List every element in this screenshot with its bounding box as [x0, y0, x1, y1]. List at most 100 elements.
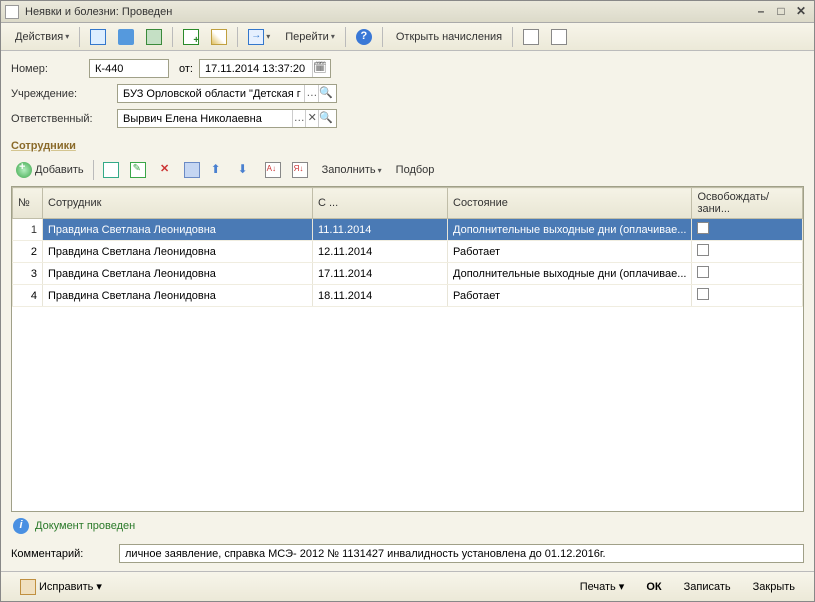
col-employee[interactable]: Сотрудник	[43, 188, 313, 219]
resp-clear-btn[interactable]: ✕	[305, 110, 318, 127]
status-text: Документ проведен	[35, 520, 135, 532]
number-label: Номер:	[11, 63, 83, 75]
actions-menu[interactable]: Действия▾	[7, 28, 74, 46]
add-button[interactable]: Добавить	[11, 159, 89, 181]
tb-list-icon[interactable]	[518, 26, 544, 48]
fix-button[interactable]: Исправить ▾	[9, 575, 113, 599]
document-icon	[5, 5, 19, 19]
date-field[interactable]	[203, 62, 312, 76]
checkbox[interactable]	[697, 288, 709, 300]
edit-button[interactable]	[125, 159, 151, 181]
tb-goto-icon[interactable]: ▾	[243, 26, 275, 48]
print-button[interactable]: Печать ▾	[569, 576, 636, 597]
org-field[interactable]	[121, 87, 304, 101]
col-free[interactable]: Освобождать/зани...	[692, 188, 803, 219]
col-state[interactable]: Состояние	[448, 188, 692, 219]
tb-doc2-icon[interactable]	[206, 26, 232, 48]
status-line: Документ проведен	[1, 512, 814, 540]
goto-menu[interactable]: Перейти▾	[277, 28, 340, 46]
resp-select-btn[interactable]: …	[292, 110, 305, 127]
from-label: от:	[179, 63, 193, 75]
comment-field[interactable]	[123, 547, 800, 561]
org-search-btn[interactable]: 🔍	[318, 85, 333, 102]
resp-field[interactable]	[121, 112, 292, 126]
save-button[interactable]: Записать	[673, 577, 742, 597]
number-input[interactable]	[89, 59, 169, 78]
delete-icon	[157, 162, 173, 178]
tb-post-icon[interactable]	[85, 26, 111, 48]
save-row-icon	[184, 162, 200, 178]
cell-state: Дополнительные выходные дни (оплачивае..…	[448, 219, 692, 241]
tb-doc1-icon[interactable]	[178, 26, 204, 48]
help-icon: ?	[356, 29, 372, 45]
close-button[interactable]: ✕	[792, 5, 810, 19]
chevron-down-icon: ▾	[96, 580, 102, 592]
open-calc-button[interactable]: Открыть начисления	[388, 28, 507, 46]
table-row[interactable]: 4Правдина Светлана Леонидовна18.11.2014Р…	[13, 285, 803, 307]
table-row[interactable]: 3Правдина Светлана Леонидовна17.11.2014Д…	[13, 263, 803, 285]
tb-cfg-icon[interactable]	[546, 26, 572, 48]
fix-icon	[20, 579, 36, 595]
chevron-down-icon: ▾	[619, 581, 625, 593]
sort-asc-icon	[265, 162, 281, 178]
org-input[interactable]: …🔍	[117, 84, 337, 103]
cell-state: Работает	[448, 241, 692, 263]
tb-save-icon[interactable]	[113, 26, 139, 48]
cell-free[interactable]	[692, 241, 803, 263]
move-up-button[interactable]	[206, 159, 232, 181]
checkbox[interactable]	[697, 222, 709, 234]
resp-label: Ответственный:	[11, 113, 111, 125]
titlebar[interactable]: Неявки и болезни: Проведен – □ ✕	[1, 1, 814, 23]
col-num[interactable]: №	[13, 188, 43, 219]
fix-label: Исправить	[39, 580, 93, 592]
cell-free[interactable]	[692, 285, 803, 307]
fill-menu[interactable]: Заполнить▾	[314, 161, 387, 179]
cell-employee: Правдина Светлана Леонидовна	[43, 241, 313, 263]
checkbox[interactable]	[697, 266, 709, 278]
saverow-button[interactable]	[179, 159, 205, 181]
copy-button[interactable]	[98, 159, 124, 181]
cell-state: Дополнительные выходные дни (оплачивае..…	[448, 263, 692, 285]
separator	[382, 27, 383, 47]
sort-desc-button[interactable]	[287, 159, 313, 181]
pick-button[interactable]: Подбор	[388, 161, 440, 179]
comment-input[interactable]	[119, 544, 804, 563]
tb-refresh-icon[interactable]	[141, 26, 167, 48]
move-down-button[interactable]	[233, 159, 259, 181]
resp-search-btn[interactable]: 🔍	[318, 110, 333, 127]
cell-from: 11.11.2014	[313, 219, 448, 241]
doc-plus-icon	[183, 29, 199, 45]
number-row: Номер: от: 🗓	[11, 59, 804, 78]
maximize-button[interactable]: □	[772, 5, 790, 19]
add-label: Добавить	[35, 164, 84, 176]
resp-input[interactable]: …✕🔍	[117, 109, 337, 128]
date-input[interactable]: 🗓	[199, 59, 331, 78]
employees-table-wrap: № Сотрудник С ... Состояние Освобождать/…	[11, 186, 804, 512]
ok-button[interactable]: ОК	[635, 577, 672, 597]
close-form-button[interactable]: Закрыть	[742, 577, 806, 597]
form-area: Номер: от: 🗓 Учреждение: …🔍 Ответственны…	[1, 51, 814, 186]
wand-icon	[211, 29, 227, 45]
cell-free[interactable]	[692, 219, 803, 241]
sort-asc-button[interactable]	[260, 159, 286, 181]
checkbox[interactable]	[697, 244, 709, 256]
down-icon	[238, 162, 254, 178]
minimize-button[interactable]: –	[752, 5, 770, 19]
refresh-icon	[146, 29, 162, 45]
table-row[interactable]: 1Правдина Светлана Леонидовна11.11.2014Д…	[13, 219, 803, 241]
separator	[512, 27, 513, 47]
window: Неявки и болезни: Проведен – □ ✕ Действи…	[0, 0, 815, 602]
number-field[interactable]	[93, 62, 165, 76]
copy-icon	[103, 162, 119, 178]
separator	[345, 27, 346, 47]
edit-icon	[130, 162, 146, 178]
org-row: Учреждение: …🔍	[11, 84, 804, 103]
calendar-icon[interactable]: 🗓	[312, 60, 327, 77]
col-from[interactable]: С ...	[313, 188, 448, 219]
org-select-btn[interactable]: …	[304, 85, 318, 102]
cell-free[interactable]	[692, 263, 803, 285]
help-button[interactable]: ?	[351, 26, 377, 48]
cell-employee: Правдина Светлана Леонидовна	[43, 219, 313, 241]
table-row[interactable]: 2Правдина Светлана Леонидовна12.11.2014Р…	[13, 241, 803, 263]
delete-button[interactable]	[152, 159, 178, 181]
